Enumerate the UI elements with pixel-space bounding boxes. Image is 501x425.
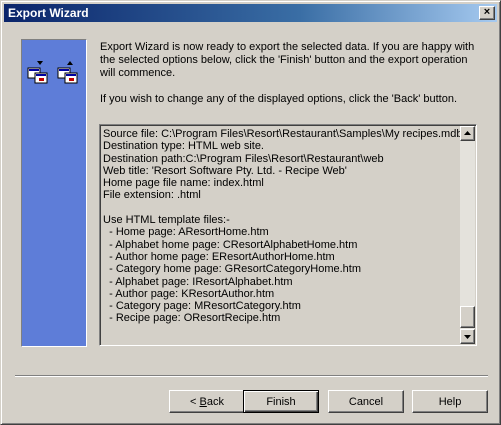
- summary-line: Web title: 'Resort Software Pty. Ltd. - …: [103, 164, 347, 177]
- export-wizard-dialog: Export Wizard × Export Wizard is now rea…: [0, 0, 501, 425]
- intro-paragraph-back: If you wish to change any of the display…: [100, 93, 458, 105]
- summary-line: Home page file name: index.html: [103, 177, 264, 190]
- scroll-down-arrow-icon: [464, 335, 471, 339]
- export-summary-listbox[interactable]: Source file: C:\Program Files\Resort\Res…: [99, 124, 477, 346]
- summary-line: Destination path:C:\Program Files\Resort…: [103, 152, 384, 165]
- summary-line: - Recipe page: OResortRecipe.htm: [103, 312, 281, 325]
- summary-line: Source file: C:\Program Files\Resort\Res…: [103, 128, 461, 140]
- scroll-up-button[interactable]: [460, 126, 475, 141]
- window-title: Export Wizard: [8, 6, 89, 20]
- title-bar[interactable]: Export Wizard ×: [4, 4, 497, 22]
- summary-lines: Source file: C:\Program Files\Resort\Res…: [103, 128, 461, 342]
- scroll-down-button[interactable]: [460, 329, 475, 344]
- intro-text: Export Wizard is now ready to export the…: [100, 41, 480, 119]
- summary-line: - Alphabet page: IResortAlphabet.htm: [103, 275, 293, 288]
- back-rest: ack: [206, 395, 224, 408]
- summary-line: - Author page: KResortAuthor.htm: [103, 287, 275, 300]
- summary-line: Destination type: HTML web site.: [103, 140, 264, 153]
- cancel-button[interactable]: Cancel: [328, 390, 404, 413]
- back-mnemonic: B: [199, 395, 207, 408]
- summary-line: Use HTML template files:-: [103, 214, 230, 227]
- summary-line: File extension: .html: [103, 189, 201, 202]
- help-button[interactable]: Help: [412, 390, 488, 413]
- finish-button[interactable]: Finish: [243, 390, 319, 413]
- summary-line: - Home page: AResortHome.htm: [103, 226, 269, 239]
- intro-paragraph-ready: Export Wizard is now ready to export the…: [100, 41, 475, 79]
- summary-line: - Author home page: EResortAuthorHome.ht…: [103, 250, 335, 263]
- summary-line: - Category page: MResortCategory.htm: [103, 300, 301, 313]
- scroll-up-arrow-icon: [464, 131, 471, 135]
- summary-blank-line: [103, 202, 461, 214]
- export-wizard-icon: [27, 61, 78, 84]
- close-button[interactable]: ×: [479, 6, 495, 20]
- wizard-side-panel: [21, 39, 87, 347]
- button-separator: [15, 375, 488, 377]
- vertical-scrollbar[interactable]: [460, 126, 475, 344]
- back-button[interactable]: < Back: [169, 390, 245, 413]
- back-prefix: <: [190, 395, 200, 408]
- scroll-thumb[interactable]: [460, 306, 475, 328]
- summary-line: - Category home page: GResortCategoryHom…: [103, 263, 362, 276]
- summary-line: - Alphabet home page: CResortAlphabetHom…: [103, 238, 358, 251]
